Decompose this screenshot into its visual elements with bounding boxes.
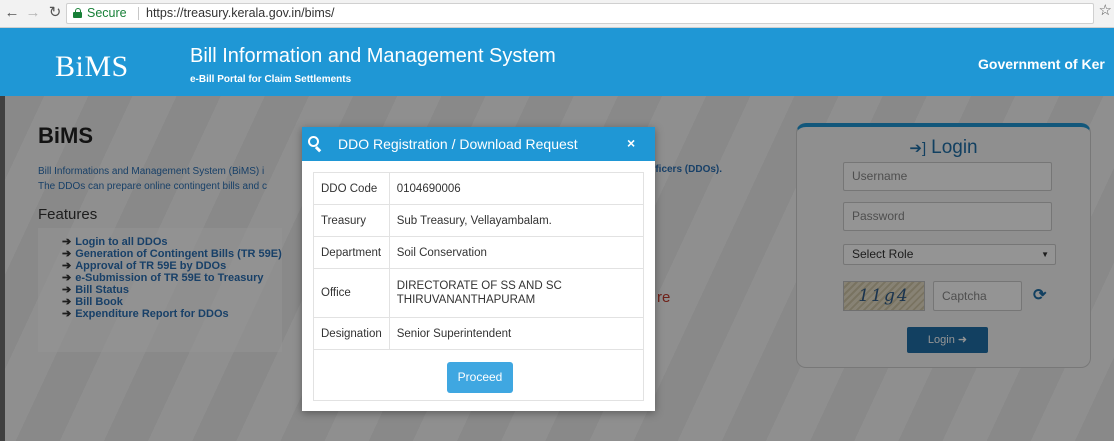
bims-logo[interactable]: BiMS: [55, 50, 129, 84]
modal-header: DDO Registration / Download Request ×: [302, 127, 655, 161]
office-value: DIRECTORATE OF SS AND SC THIRUVANANTHAPU…: [388, 268, 645, 318]
forward-arrow-icon[interactable]: →: [23, 3, 43, 23]
table-row: Office DIRECTORATE OF SS AND SC THIRUVAN…: [313, 268, 645, 318]
table-row: Department Soil Conservation: [313, 236, 645, 269]
address-bar[interactable]: Secure https://treasury.kerala.gov.in/bi…: [66, 3, 1094, 24]
app-title: Bill Information and Management System: [190, 45, 556, 67]
modal-title: DDO Registration / Download Request: [338, 136, 578, 152]
table-row: Designation Senior Superintendent: [313, 317, 645, 350]
ddo-request-modal: DDO Registration / Download Request × DD…: [302, 127, 655, 411]
table-row: DDO Code 0104690006: [313, 172, 645, 205]
reload-icon[interactable]: ↻: [45, 3, 65, 23]
url-text[interactable]: https://treasury.kerala.gov.in/bims/: [146, 4, 335, 23]
modal-footer: Proceed: [313, 350, 644, 401]
department-label: Department: [313, 236, 390, 269]
office-label: Office: [313, 268, 390, 318]
close-icon[interactable]: ×: [627, 135, 635, 151]
search-icon: [308, 136, 324, 153]
secure-label: Secure: [87, 6, 127, 20]
designation-value: Senior Superintendent: [388, 317, 645, 350]
designation-label: Designation: [313, 317, 390, 350]
proceed-button[interactable]: Proceed: [447, 362, 513, 393]
table-row: Treasury Sub Treasury, Vellayambalam.: [313, 204, 645, 237]
bookmark-star-icon[interactable]: ☆: [1099, 1, 1112, 19]
ddo-code-label: DDO Code: [313, 172, 390, 205]
back-arrow-icon[interactable]: ←: [2, 3, 22, 23]
ddo-details-table: DDO Code 0104690006 Treasury Sub Treasur…: [313, 172, 645, 350]
treasury-value: Sub Treasury, Vellayambalam.: [388, 204, 645, 237]
lock-icon: [73, 8, 82, 18]
url-divider: [138, 7, 139, 20]
browser-toolbar: ← → ↻ Secure https://treasury.kerala.gov…: [0, 0, 1114, 28]
treasury-label: Treasury: [313, 204, 390, 237]
site-header: BiMS Bill Information and Management Sys…: [0, 28, 1114, 96]
ddo-code-value: 0104690006: [388, 172, 645, 205]
government-label: Government of Ker: [978, 56, 1105, 72]
department-value: Soil Conservation: [388, 236, 645, 269]
app-subtitle: e-Bill Portal for Claim Settlements: [190, 74, 352, 85]
